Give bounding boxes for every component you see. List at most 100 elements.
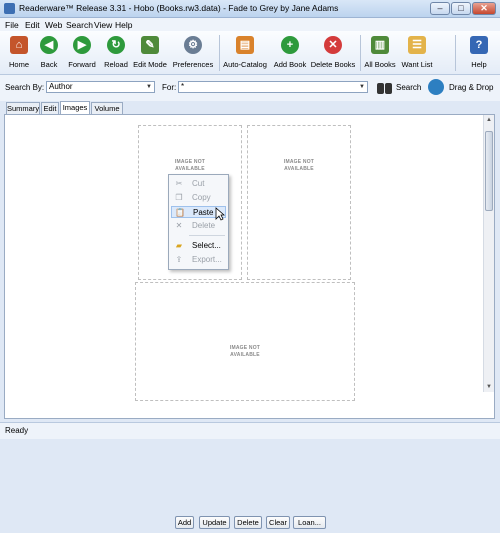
drag-drop-globe-icon[interactable] — [428, 79, 444, 95]
forward-label: Forward — [68, 60, 96, 69]
reload-icon: ↻ — [107, 36, 125, 54]
folder-icon: ▰ — [175, 241, 183, 250]
loan-button[interactable]: Loan... — [293, 516, 326, 529]
home-button[interactable]: ⌂ Home — [4, 31, 34, 75]
menu-bar: File Edit Web Search View Help — [0, 18, 500, 31]
all-books-button[interactable]: ▥ All Books — [363, 31, 397, 75]
scroll-down-icon[interactable]: ▼ — [484, 382, 494, 392]
reload-label: Reload — [104, 60, 128, 69]
delete-label: Delete — [192, 221, 216, 230]
back-arrow-icon: ◀ — [40, 36, 58, 54]
spine-image[interactable]: IMAGE NOT AVAILABLE — [135, 282, 355, 401]
for-label: For: — [162, 83, 177, 92]
delete-books-label: Delete Books — [310, 60, 356, 69]
edit-mode-label: Edit Mode — [133, 60, 167, 69]
search-button[interactable]: Search — [396, 83, 421, 92]
auto-catalog-icon: ▤ — [236, 36, 254, 54]
mouse-cursor-icon — [215, 207, 225, 221]
close-button[interactable]: ✕ — [472, 2, 496, 15]
back-button[interactable]: ◀ Back — [35, 31, 63, 75]
add-book-button[interactable]: + Add Book — [272, 31, 308, 75]
back-cover-image[interactable]: IMAGE NOT AVAILABLE — [247, 125, 351, 280]
search-for-input[interactable]: * ▼ — [178, 81, 368, 93]
forward-arrow-icon: ▶ — [73, 36, 91, 54]
delete-x-icon: ✕ — [175, 221, 183, 230]
context-menu: ✂ Cut ❐ Copy 📋 Paste ✕ Delete ▰ Select..… — [168, 174, 229, 270]
minimize-button[interactable]: – — [430, 2, 450, 15]
menu-view[interactable]: View — [94, 20, 112, 30]
update-button[interactable]: Update — [199, 516, 230, 529]
menu-divider — [189, 235, 225, 236]
copy-label: Copy — [192, 193, 211, 202]
clear-button[interactable]: Clear — [266, 516, 290, 529]
paste-label: Paste — [193, 208, 214, 217]
export-icon: ⇪ — [175, 255, 183, 264]
image-not-available-text: IMAGE NOT — [283, 159, 315, 165]
search-by-value: Author — [49, 82, 73, 91]
add-icon: + — [281, 36, 299, 54]
all-books-label: All Books — [364, 60, 396, 69]
image-not-available-text: IMAGE NOT — [229, 345, 261, 351]
add-book-label: Add Book — [273, 60, 307, 69]
scroll-thumb[interactable] — [485, 131, 493, 211]
tab-images[interactable]: Images — [60, 101, 90, 115]
search-for-value: * — [181, 82, 185, 91]
tab-volume-1[interactable]: Volume 1 — [91, 102, 123, 124]
add-button[interactable]: Add — [175, 516, 194, 529]
app-icon — [4, 3, 15, 14]
scissors-icon: ✂ — [175, 179, 183, 188]
delete-button[interactable]: Delete — [234, 516, 262, 529]
window-title: Readerware™ Release 3.31 - Hobo (Books.r… — [19, 3, 339, 13]
tab-summary[interactable]: Summary — [6, 102, 40, 114]
toolbar-separator — [219, 35, 220, 71]
home-label: Home — [8, 60, 29, 69]
maximize-button[interactable]: □ — [451, 2, 471, 15]
tab-edit[interactable]: Edit — [41, 102, 59, 114]
menu-help[interactable]: Help — [115, 20, 132, 30]
back-label: Back — [40, 60, 58, 69]
reload-button[interactable]: ↻ Reload — [101, 31, 131, 75]
help-button[interactable]: ? Help — [466, 31, 492, 75]
image-not-available-text: AVAILABLE — [175, 166, 205, 172]
cut-label: Cut — [192, 179, 205, 188]
auto-catalog-label: Auto-Catalog — [223, 60, 267, 69]
books-icon: ▥ — [371, 36, 389, 54]
menu-item-export[interactable]: ⇪ Export... — [171, 254, 226, 266]
menu-item-select[interactable]: ▰ Select... — [171, 240, 226, 252]
gear-icon: ⚙ — [184, 36, 202, 54]
binoculars-icon[interactable] — [376, 79, 394, 95]
status-text: Ready — [5, 426, 29, 435]
search-by-select[interactable]: Author ▼ — [46, 81, 155, 93]
drag-drop-label[interactable]: Drag & Drop — [449, 83, 493, 92]
image-not-available-text: AVAILABLE — [230, 352, 260, 358]
want-list-button[interactable]: ☰ Want List — [399, 31, 435, 75]
want-list-icon: ☰ — [408, 36, 426, 54]
action-buttons: Add Update Delete Clear Loan... — [5, 513, 496, 533]
title-bar: Readerware™ Release 3.31 - Hobo (Books.r… — [0, 0, 500, 18]
auto-catalog-button[interactable]: ▤ Auto-Catalog — [222, 31, 268, 75]
edit-mode-button[interactable]: ✎ Edit Mode — [132, 31, 168, 75]
copy-icon: ❐ — [175, 193, 183, 202]
forward-button[interactable]: ▶ Forward — [64, 31, 100, 75]
help-icon: ? — [470, 36, 488, 54]
delete-icon: ✕ — [324, 36, 342, 54]
menu-item-delete[interactable]: ✕ Delete — [171, 220, 226, 232]
search-bar: Search By: Author ▼ For: * ▼ Search Drag… — [0, 75, 500, 101]
menu-item-cut[interactable]: ✂ Cut — [171, 178, 226, 190]
image-not-available-text: IMAGE NOT — [174, 159, 206, 165]
home-icon: ⌂ — [10, 36, 28, 54]
menu-edit[interactable]: Edit — [25, 20, 40, 30]
menu-web[interactable]: Web — [45, 20, 62, 30]
preferences-button[interactable]: ⚙ Preferences — [170, 31, 216, 75]
scroll-up-icon[interactable]: ▲ — [484, 115, 494, 125]
vertical-scrollbar[interactable]: ▲ ▼ — [483, 115, 494, 392]
menu-item-copy[interactable]: ❐ Copy — [171, 192, 226, 204]
menu-file[interactable]: File — [5, 20, 19, 30]
want-list-label: Want List — [401, 60, 433, 69]
images-panel: ▲ ▼ IMAGE NOT AVAILABLE IMAGE NOT AVAILA… — [4, 114, 495, 529]
delete-books-button[interactable]: ✕ Delete Books — [310, 31, 356, 75]
export-label: Export... — [192, 255, 222, 264]
menu-search[interactable]: Search — [66, 20, 93, 30]
toolbar-separator — [455, 35, 456, 71]
status-bar: Ready — [0, 422, 500, 439]
